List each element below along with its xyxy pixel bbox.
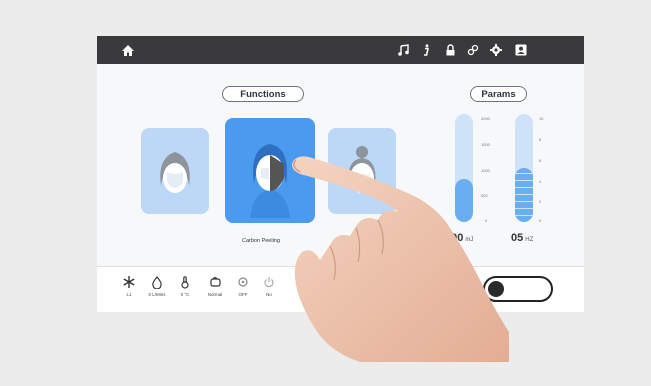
energy-tick: 1000 bbox=[481, 168, 490, 173]
energy-level-fill bbox=[455, 178, 473, 222]
link-icon[interactable] bbox=[467, 42, 479, 58]
energy-tick: 0 bbox=[485, 218, 488, 223]
lock-icon[interactable] bbox=[445, 42, 456, 58]
energy-tick: 500 bbox=[481, 193, 488, 198]
cooling-level-label: L1 bbox=[126, 292, 132, 297]
face-avatar-icon bbox=[160, 152, 190, 193]
energy-unit: mJ bbox=[465, 237, 474, 243]
toggle-knob bbox=[488, 281, 504, 297]
frequency-tick: 8 bbox=[539, 137, 542, 142]
temperature-icon bbox=[171, 275, 199, 289]
frequency-unit: HZ bbox=[525, 237, 534, 243]
mode-label: Normal bbox=[207, 292, 223, 297]
frequency-tick: 2 bbox=[539, 199, 542, 204]
mode-control[interactable]: Normal bbox=[201, 275, 229, 297]
frequency-slider[interactable] bbox=[515, 114, 533, 222]
function-card-right[interactable] bbox=[328, 128, 396, 214]
function-card-left[interactable] bbox=[141, 128, 209, 214]
aim-control[interactable]: OFF bbox=[229, 275, 257, 297]
aim-icon bbox=[229, 275, 257, 289]
energy-slider[interactable] bbox=[455, 114, 473, 222]
face-avatar-icon bbox=[348, 146, 376, 193]
power-control[interactable]: No bbox=[255, 275, 283, 297]
function-card-selected[interactable] bbox=[225, 118, 315, 223]
water-flow-control[interactable]: 0 L/Mins bbox=[143, 275, 171, 297]
functions-title: Functions bbox=[222, 86, 304, 102]
gear-icon[interactable] bbox=[490, 42, 502, 58]
frequency-tick: 0 bbox=[539, 218, 542, 223]
power-label: No bbox=[266, 292, 272, 297]
aim-label: OFF bbox=[238, 292, 248, 297]
standby-toggle[interactable] bbox=[483, 276, 553, 302]
energy-tick: 2000 bbox=[481, 116, 490, 121]
power-icon bbox=[255, 275, 283, 289]
energy-readout: 800 mJ bbox=[445, 232, 473, 244]
mode-icon bbox=[201, 275, 229, 289]
top-bar bbox=[97, 36, 584, 64]
user-icon[interactable] bbox=[515, 42, 527, 58]
frequency-tick: 4 bbox=[539, 179, 542, 184]
music-icon[interactable] bbox=[397, 42, 409, 58]
device-screen: Functions Params Carbon Peeling 2000 150… bbox=[97, 36, 584, 312]
selected-function-caption: Carbon Peeling bbox=[242, 238, 280, 244]
energy-value: 800 bbox=[445, 232, 464, 244]
water-drop-icon bbox=[143, 275, 171, 289]
temperature-label: 0 °C bbox=[180, 292, 190, 297]
frequency-tick: 10 bbox=[539, 116, 544, 121]
energy-tick: 1500 bbox=[481, 142, 490, 147]
frequency-value: 05 bbox=[511, 232, 524, 244]
home-icon[interactable] bbox=[121, 42, 135, 58]
info-icon[interactable] bbox=[422, 42, 430, 58]
frequency-readout: 05 HZ bbox=[511, 232, 533, 244]
cooling-level-control[interactable]: L1 bbox=[115, 275, 143, 297]
frequency-tick: 6 bbox=[539, 158, 542, 163]
water-flow-label: 0 L/Mins bbox=[148, 292, 166, 297]
frequency-level-fill bbox=[515, 168, 533, 222]
params-title: Params bbox=[470, 86, 527, 102]
temperature-control[interactable]: 0 °C bbox=[171, 275, 199, 297]
snowflake-icon bbox=[115, 275, 143, 289]
carbon-peeling-face-icon bbox=[250, 144, 290, 218]
